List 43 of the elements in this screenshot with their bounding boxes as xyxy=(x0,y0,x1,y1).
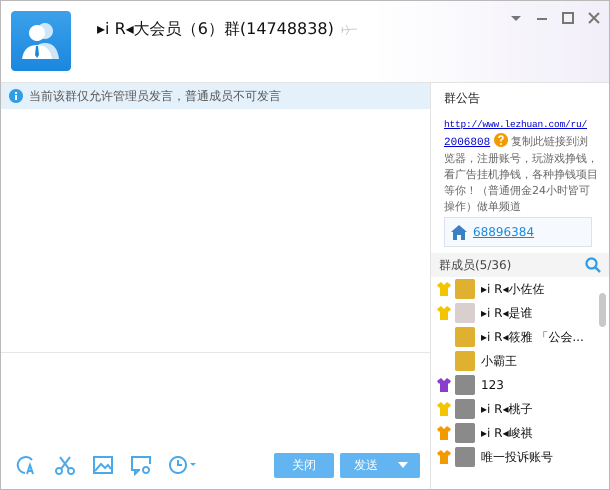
member-item[interactable]: ▸i R◂峻祺 xyxy=(431,421,595,445)
member-name: 唯一投诉账号 xyxy=(481,448,553,466)
member-item[interactable]: ▸i R◂桃子 xyxy=(431,397,595,421)
announcement-title: 群公告 xyxy=(444,90,481,107)
avatar-placeholder xyxy=(455,399,475,419)
announcement-link[interactable]: http://www.lezhuan.com/ru/ xyxy=(444,117,588,133)
avatar-placeholder xyxy=(455,303,475,323)
maximize-icon[interactable] xyxy=(561,11,575,25)
avatar-placeholder xyxy=(455,327,475,347)
member-name: ▸i R◂是谁 xyxy=(481,304,533,322)
caret-icon xyxy=(398,462,408,468)
member-item[interactable]: 小霸王 xyxy=(431,349,595,373)
member-name: ▸i R◂峻祺 xyxy=(481,424,533,442)
image-icon[interactable] xyxy=(92,454,114,476)
announcement-text: http://www.lezhuan.com/ru/ 2006808 复制此链接到浏览器，注册账号，玩游戏挣钱，看广告挂机挣钱，各种挣钱项目等你！（普通佣金24小时皆可操作）做单频道 xyxy=(444,116,599,215)
notice-text: 当前该群仅允许管理员发言，普通成员不可发言 xyxy=(29,88,281,104)
scrollbar-thumb[interactable] xyxy=(599,293,606,327)
avatar-placeholder xyxy=(455,279,475,299)
avatar-placeholder xyxy=(455,423,475,443)
member-item[interactable]: ▸i R◂小佐佐 xyxy=(431,277,595,301)
close-icon[interactable] xyxy=(587,11,601,25)
help-icon xyxy=(494,133,508,147)
member-item[interactable]: 123 xyxy=(431,373,595,397)
avatar-placeholder xyxy=(455,351,475,371)
member-name: ▸i R◂小佐佐 xyxy=(481,280,545,298)
group-number-link[interactable]: 68896384 xyxy=(473,225,534,239)
plane-icon xyxy=(340,24,358,36)
avatar-placeholder xyxy=(455,447,475,467)
member-name: 123 xyxy=(481,378,504,392)
announcement-link[interactable]: 2006808 xyxy=(444,137,490,149)
member-item[interactable]: ▸i R◂是谁 xyxy=(431,301,595,325)
member-item[interactable]: 唯一投诉账号 xyxy=(431,445,595,469)
info-icon xyxy=(9,89,23,103)
member-name: 小霸王 xyxy=(481,352,517,370)
search-icon[interactable] xyxy=(585,257,601,273)
scissors-icon[interactable] xyxy=(54,454,76,476)
member-item[interactable]: ▸i R◂筱雅 「公会... xyxy=(431,325,595,349)
home-icon xyxy=(451,224,467,240)
member-name: ▸i R◂筱雅 「公会... xyxy=(481,328,584,346)
avatar-placeholder xyxy=(455,375,475,395)
window-title: ▸i R◂大会员（6）群(14748838) xyxy=(97,19,334,40)
member-name: ▸i R◂桃子 xyxy=(481,400,533,418)
members-title: 群成员(5/36) xyxy=(439,256,512,274)
